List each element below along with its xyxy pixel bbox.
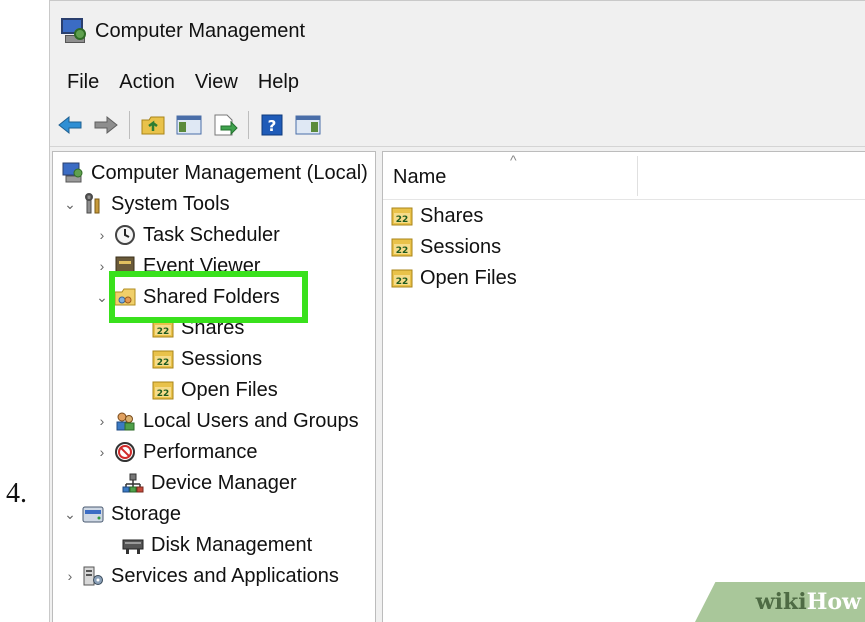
svg-text:22: 22 [157, 358, 170, 368]
export-list-icon[interactable] [208, 108, 242, 142]
tree-label: Disk Management [151, 533, 313, 556]
tree-item-system-tools[interactable]: ⌄ System Tools [61, 189, 230, 219]
svg-text:22: 22 [157, 327, 170, 337]
tree-label: Computer Management (Local) [91, 161, 368, 184]
tree-item-sessions[interactable]: 22 Sessions [149, 344, 262, 374]
list-item-open-files[interactable]: 22 Open Files [391, 263, 517, 293]
tree-item-services-and-applications[interactable]: › Services and Applications [61, 561, 339, 591]
svg-text:22: 22 [396, 246, 409, 256]
menu-bar: File Action View Help [50, 65, 865, 99]
expand-chevron-icon[interactable]: › [93, 227, 111, 243]
console-tree: Computer Management (Local) ⌄ System Too… [52, 151, 376, 622]
open-files-folder-icon: 22 [391, 267, 413, 289]
svg-text:22: 22 [157, 389, 170, 399]
performance-icon [114, 441, 136, 463]
computer-management-icon [62, 162, 84, 184]
tree-label: Task Scheduler [143, 223, 280, 246]
expand-chevron-icon[interactable]: › [61, 568, 79, 584]
expand-chevron-icon[interactable]: › [93, 413, 111, 429]
svg-text:22: 22 [396, 215, 409, 225]
tree-item-disk-management[interactable]: Disk Management [119, 530, 312, 560]
wikihow-watermark: wiki How [695, 582, 865, 622]
clock-icon [114, 224, 136, 246]
computer-management-icon [61, 18, 87, 44]
shares-folder-icon: 22 [391, 205, 413, 227]
expand-chevron-icon[interactable]: › [93, 444, 111, 460]
tree-item-task-scheduler[interactable]: › Task Scheduler [93, 220, 280, 250]
show-hide-tree-icon[interactable] [172, 108, 206, 142]
window-title: Computer Management [95, 19, 306, 42]
column-header-name[interactable]: Name [393, 166, 446, 189]
toolbar-separator [129, 110, 130, 139]
collapse-chevron-icon[interactable]: ⌄ [61, 506, 79, 523]
svg-text:?: ? [268, 117, 277, 135]
menu-file[interactable]: File [58, 68, 110, 97]
open-files-folder-icon: 22 [152, 379, 174, 401]
collapse-chevron-icon[interactable]: ⌄ [61, 196, 79, 213]
watermark-part-how: How [806, 589, 861, 615]
tree-item-open-files[interactable]: 22 Open Files [149, 375, 278, 405]
list-item-sessions[interactable]: 22 Sessions [391, 232, 501, 262]
tree-label: Storage [111, 502, 182, 525]
users-icon [114, 410, 136, 432]
show-hide-action-pane-icon[interactable] [291, 108, 325, 142]
sessions-folder-icon: 22 [391, 236, 413, 258]
list-item-label: Sessions [420, 235, 502, 258]
device-manager-icon [122, 472, 144, 494]
list-item-shares[interactable]: 22 Shares [391, 201, 483, 231]
results-pane: Name ^ 22 Shares 22 Sessions 22 Open Fil… [382, 151, 865, 622]
menu-action[interactable]: Action [110, 68, 186, 97]
tree-item-storage[interactable]: ⌄ Storage [61, 499, 181, 529]
computer-management-window: Computer Management File Action View Hel… [49, 0, 865, 622]
disk-management-icon [122, 534, 144, 556]
tree-label: Open Files [181, 378, 278, 401]
menu-help[interactable]: Help [249, 68, 310, 97]
svg-text:22: 22 [396, 277, 409, 287]
tree-item-device-manager[interactable]: Device Manager [119, 468, 297, 498]
title-bar: Computer Management [50, 1, 865, 61]
list-item-label: Shares [420, 204, 484, 227]
tree-item-performance[interactable]: › Performance [93, 437, 258, 467]
column-header-row: Name ^ [383, 152, 865, 200]
toolbar-separator [248, 110, 249, 139]
toolbar: ? [50, 103, 865, 147]
up-folder-icon[interactable] [136, 108, 170, 142]
forward-arrow-icon[interactable] [89, 108, 123, 142]
storage-icon [82, 503, 104, 525]
tree-item-computer-management[interactable]: Computer Management (Local) [59, 158, 368, 188]
tree-label: Device Manager [151, 471, 297, 494]
menu-view[interactable]: View [186, 68, 249, 97]
tree-label: Performance [143, 440, 258, 463]
tree-label: Services and Applications [111, 564, 339, 587]
help-icon[interactable]: ? [255, 108, 289, 142]
step-number: 4. [6, 478, 27, 509]
sort-ascending-icon: ^ [510, 152, 517, 168]
highlight-box [109, 271, 308, 323]
tree-item-local-users-and-groups[interactable]: › Local Users and Groups [93, 406, 359, 436]
tools-icon [82, 193, 104, 215]
column-divider[interactable] [637, 156, 638, 196]
services-icon [82, 565, 104, 587]
tree-label: System Tools [111, 192, 230, 215]
watermark-part-wiki: wiki [755, 589, 807, 615]
sessions-folder-icon: 22 [152, 348, 174, 370]
tree-label: Local Users and Groups [143, 409, 359, 432]
tree-label: Sessions [181, 347, 263, 370]
back-arrow-icon[interactable] [53, 108, 87, 142]
list-item-label: Open Files [420, 266, 517, 289]
